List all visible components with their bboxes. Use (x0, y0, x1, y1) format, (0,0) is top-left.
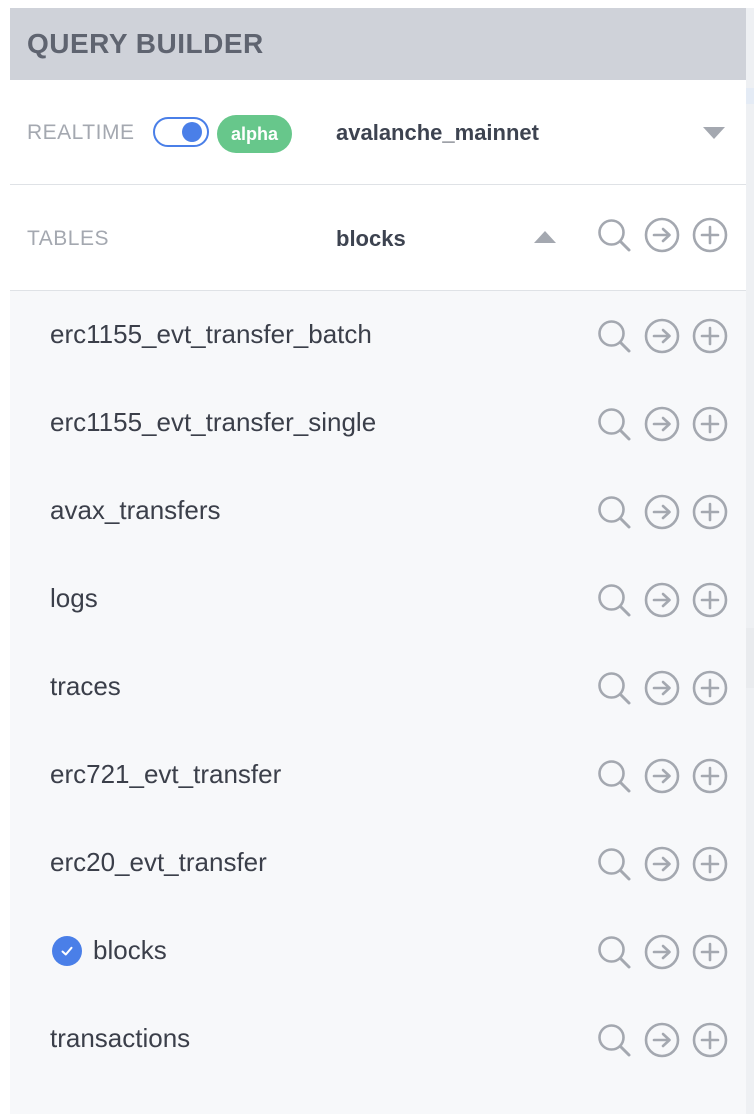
table-row-actions (596, 846, 732, 882)
table-name: blocks (93, 935, 167, 965)
plus-circle-icon[interactable] (692, 318, 728, 354)
search-icon[interactable] (596, 934, 632, 970)
plus-circle-icon[interactable] (692, 846, 728, 882)
search-icon[interactable] (596, 846, 632, 882)
table-row-actions (596, 406, 732, 442)
table-row[interactable]: avax_transfers (10, 467, 746, 555)
arrow-right-circle-icon[interactable] (644, 494, 680, 530)
table-row[interactable]: traces (10, 643, 746, 731)
table-row-actions (596, 670, 732, 706)
plus-circle-icon[interactable] (692, 758, 728, 794)
plus-circle-icon[interactable] (692, 217, 728, 253)
table-row[interactable]: transactions (10, 995, 746, 1083)
adjacent-pane-edge (746, 8, 754, 1114)
table-row-actions (596, 318, 732, 354)
search-icon[interactable] (596, 406, 632, 442)
adjacent-pane-divider (746, 628, 754, 688)
arrow-right-circle-icon[interactable] (644, 582, 680, 618)
check-circle-icon (52, 936, 82, 966)
tables-label: TABLES (27, 227, 109, 250)
plus-circle-icon[interactable] (692, 582, 728, 618)
search-icon[interactable] (596, 670, 632, 706)
arrow-right-circle-icon[interactable] (644, 846, 680, 882)
table-row[interactable]: erc1155_evt_transfer_single (10, 379, 746, 467)
arrow-right-circle-icon[interactable] (644, 217, 680, 253)
arrow-right-circle-icon[interactable] (644, 406, 680, 442)
plus-circle-icon[interactable] (692, 406, 728, 442)
arrow-right-circle-icon[interactable] (644, 1022, 680, 1058)
network-select-value[interactable]: avalanche_mainnet (336, 120, 539, 146)
table-row-actions (596, 934, 732, 970)
table-row-actions (596, 758, 732, 794)
search-icon[interactable] (596, 318, 632, 354)
plus-circle-icon[interactable] (692, 670, 728, 706)
adjacent-pane-highlight (746, 88, 754, 104)
realtime-row: REALTIME alpha avalanche_mainnet (10, 80, 746, 185)
network-dropdown-icon[interactable] (703, 127, 725, 139)
panel-header: QUERY BUILDER (10, 8, 746, 80)
realtime-toggle[interactable] (153, 117, 209, 147)
plus-circle-icon[interactable] (692, 1022, 728, 1058)
table-list: erc1155_evt_transfer_batch erc1155_evt_tr… (10, 291, 746, 1083)
table-row-actions (596, 494, 732, 530)
search-icon[interactable] (596, 758, 632, 794)
table-row-actions (596, 582, 732, 618)
selected-table-value[interactable]: blocks (336, 226, 406, 252)
search-icon[interactable] (596, 1022, 632, 1058)
plus-circle-icon[interactable] (692, 934, 728, 970)
table-row[interactable]: blocks (10, 907, 746, 995)
table-name: transactions (50, 1023, 191, 1053)
toggle-knob (182, 122, 202, 142)
table-name: erc721_evt_transfer (50, 759, 282, 789)
arrow-right-circle-icon[interactable] (644, 758, 680, 794)
arrow-right-circle-icon[interactable] (644, 318, 680, 354)
search-icon[interactable] (596, 217, 632, 253)
realtime-label: REALTIME (27, 121, 135, 144)
table-row-actions (596, 1022, 732, 1058)
table-row[interactable]: erc721_evt_transfer (10, 731, 746, 819)
header-actions (596, 217, 732, 253)
arrow-right-circle-icon[interactable] (644, 670, 680, 706)
table-name: erc1155_evt_transfer_single (50, 407, 377, 437)
table-name: erc1155_evt_transfer_batch (50, 319, 372, 349)
table-name: erc20_evt_transfer (50, 847, 267, 877)
arrow-right-circle-icon[interactable] (644, 934, 680, 970)
table-row[interactable]: erc1155_evt_transfer_batch (10, 291, 746, 379)
tables-collapse-icon[interactable] (534, 231, 556, 243)
search-icon[interactable] (596, 582, 632, 618)
query-builder-panel: QUERY BUILDER REALTIME alpha avalanche_m… (10, 8, 746, 1114)
table-name: traces (50, 671, 121, 701)
panel-title: QUERY BUILDER (27, 28, 264, 59)
alpha-badge: alpha (217, 115, 292, 153)
search-icon[interactable] (596, 494, 632, 530)
tables-header-row: TABLES blocks (10, 185, 746, 291)
table-name: avax_transfers (50, 495, 221, 525)
plus-circle-icon[interactable] (692, 494, 728, 530)
table-name: logs (50, 583, 98, 613)
table-row[interactable]: erc20_evt_transfer (10, 819, 746, 907)
table-row[interactable]: logs (10, 555, 746, 643)
